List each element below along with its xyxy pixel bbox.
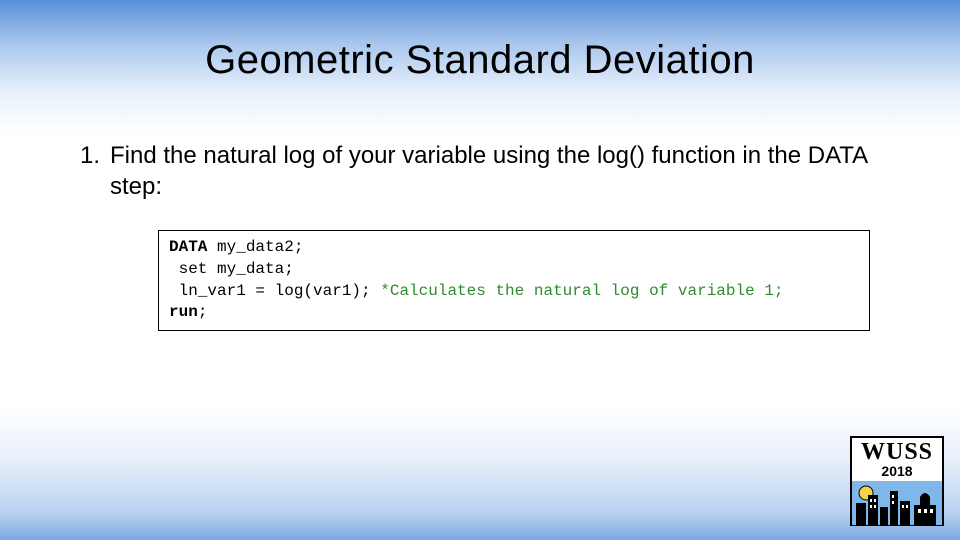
code-keyword-data: DATA <box>169 238 207 256</box>
logo-skyline-icon <box>852 481 942 525</box>
logo-year: 2018 <box>852 464 942 481</box>
slide-body: 1. Find the natural log of your variable… <box>70 140 890 331</box>
slide: Geometric Standard Deviation 1. Find the… <box>0 0 960 540</box>
slide-title: Geometric Standard Deviation <box>0 38 960 83</box>
list-item-1: 1. Find the natural log of your variable… <box>70 140 890 202</box>
wuss-logo: WUSS 2018 <box>850 436 944 526</box>
list-text: Find the natural log of your variable us… <box>110 140 890 202</box>
code-line-3a: ln_var1 = log(var1); <box>169 282 380 300</box>
code-block: DATA my_data2; set my_data; ln_var1 = lo… <box>158 230 870 330</box>
code-line-4-rest: ; <box>198 303 208 321</box>
code-line-2: set my_data; <box>169 260 294 278</box>
list-number: 1. <box>70 140 110 171</box>
logo-text: WUSS <box>852 438 942 464</box>
code-keyword-run: run <box>169 303 198 321</box>
code-comment: *Calculates the natural log of variable … <box>380 282 783 300</box>
code-line-1-rest: my_data2; <box>207 238 303 256</box>
